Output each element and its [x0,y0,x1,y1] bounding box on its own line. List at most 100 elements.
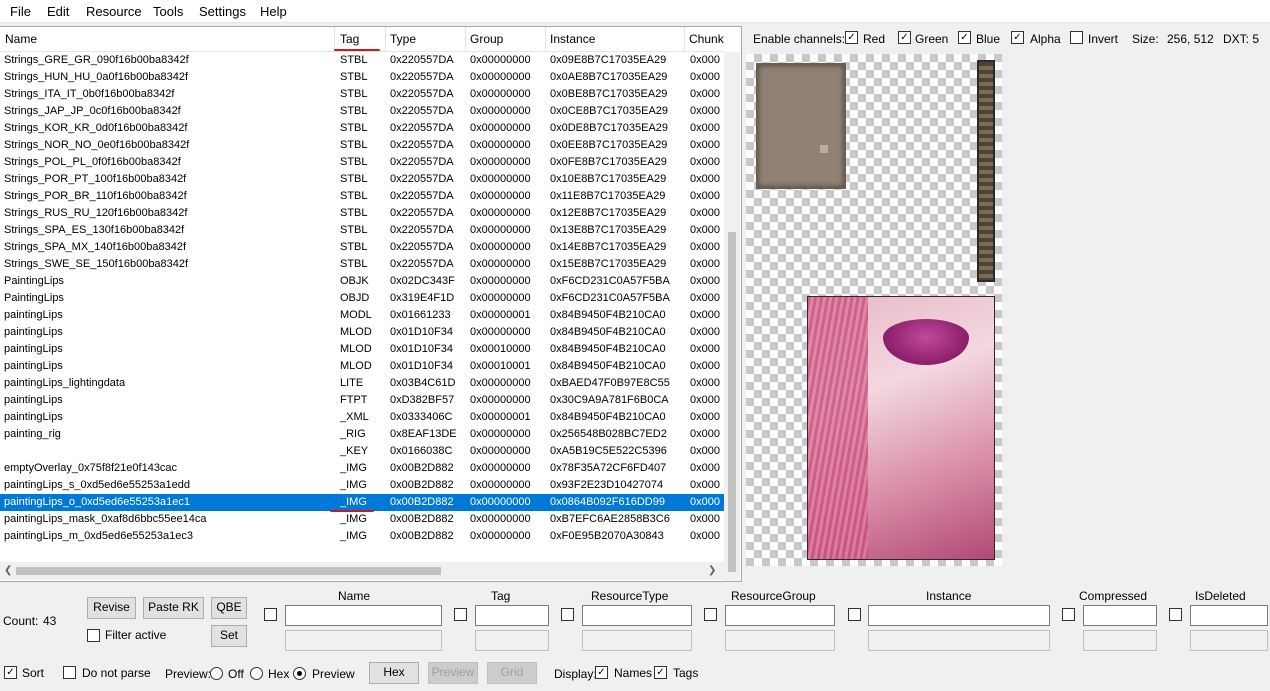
table-row[interactable]: paintingLips_m_0xd5ed6e55253a1ec3 _IMG 0x0… [0,528,724,545]
col-separator[interactable] [334,27,335,51]
col-header-chunk[interactable]: Chunk [689,32,724,46]
cell-tag: STBL [340,88,368,100]
table-row[interactable]: paintingLips_o_0xd5ed6e55253a1ec1 _IMG 0x0… [0,493,724,512]
menu-settings[interactable]: Settings [199,4,246,19]
table-row[interactable]: emptyOverlay_0x75f8f21e0f143cac _IMG 0x00B… [0,460,724,477]
cell-tag: _XML [340,411,369,423]
table-row[interactable]: paintingLips_mask_0xaf8d6bbc55ee14ca _IMG… [0,511,724,528]
invert-checkbox[interactable] [1070,31,1083,44]
table-row[interactable]: Strings_SPA_ES_130f16b00ba8342f STBL 0x220… [0,222,724,239]
do-not-parse-checkbox[interactable] [63,666,76,679]
preview-preview-radio[interactable] [293,667,306,680]
menu-edit[interactable]: Edit [47,4,69,19]
filter-tag-input[interactable] [475,605,549,626]
filter-type-checkbox[interactable] [561,608,574,621]
vertical-scroll-thumb[interactable] [728,232,736,572]
paste-rk-button[interactable]: Paste RK [143,597,204,619]
table-row[interactable]: paintingLips FTPT 0xD382BF57 0x00000000 0x30… [0,392,724,409]
filter-compressed-input-2 [1083,630,1157,651]
filter-isdeleted-input[interactable] [1190,605,1268,626]
filter-type-input[interactable] [582,605,692,626]
col-header-type[interactable]: Type [390,32,416,46]
table-row[interactable]: Strings_SPA_MX_140f16b00ba8342f STBL 0x220… [0,239,724,256]
red-checkbox[interactable]: ✓ [845,31,858,44]
preview-hex-radio[interactable] [250,667,263,680]
col-separator[interactable] [545,27,546,51]
menu-resource[interactable]: Resource [86,4,142,19]
invert-label: Invert [1088,32,1119,46]
vertical-scrollbar[interactable] [724,52,740,581]
filter-compressed-input[interactable] [1083,605,1157,626]
table-row[interactable]: Strings_ITA_IT_0b0f16b00ba8342f STBL 0x220… [0,86,724,103]
horizontal-scrollbar[interactable]: ❮ ❯ [0,562,724,580]
resource-list[interactable]: Name Tag Type Group Instance Chunk Strin… [0,26,742,582]
col-header-instance[interactable]: Instance [550,32,595,46]
filter-isdeleted-checkbox[interactable] [1169,608,1182,621]
table-row[interactable]: Strings_GRE_GR_090f16b00ba8342f STBL 0x220… [0,52,724,69]
table-row[interactable]: _KEY 0x0166038C 0x00000000 0xA5B19C5E522C53… [0,443,724,460]
table-row[interactable]: Strings_KOR_KR_0d0f16b00ba8342f STBL 0x220… [0,120,724,137]
cell-chunk: 0x000 [690,394,720,406]
qbe-button[interactable]: QBE [211,597,247,619]
cell-name: painting_rig [4,428,61,440]
cell-name: Strings_KOR_KR_0d0f16b00ba8342f [4,122,188,134]
table-row[interactable]: Strings_JAP_JP_0c0f16b00ba8342f STBL 0x220… [0,103,724,120]
table-row[interactable]: Strings_NOR_NO_0e0f16b00ba8342f STBL 0x220… [0,137,724,154]
cell-tag: STBL [340,190,368,202]
table-row[interactable]: Strings_POR_BR_110f16b00ba8342f STBL 0x220… [0,188,724,205]
filter-group-checkbox[interactable] [704,608,717,621]
table-row[interactable]: paintingLips MLOD 0x01D10F34 0x00010000 0x84… [0,341,724,358]
preview-off-radio[interactable] [210,667,223,680]
revise-button[interactable]: Revise [87,597,136,619]
col-separator[interactable] [465,27,466,51]
table-row[interactable]: paintingLips MLOD 0x01D10F34 0x00010001 0x84… [0,358,724,375]
filter-group-input[interactable] [725,605,835,626]
filter-name-checkbox[interactable] [264,608,277,621]
table-row[interactable]: paintingLips_s_0xd5ed6e55253a1edd _IMG 0x0… [0,477,724,494]
filter-isdeleted-input-2 [1190,630,1268,651]
names-checkbox[interactable]: ✓ [595,666,608,679]
hex-button[interactable]: Hex [369,662,419,684]
col-header-name[interactable]: Name [5,32,37,46]
menu-help[interactable]: Help [260,4,287,19]
green-checkbox[interactable]: ✓ [898,31,911,44]
table-row[interactable]: PaintingLips OBJK 0x02DC343F 0x00000000 0xF6… [0,273,724,290]
horizontal-scroll-thumb[interactable] [16,567,441,575]
cell-chunk: 0x000 [690,258,720,270]
set-button[interactable]: Set [211,625,247,647]
tags-checkbox[interactable]: ✓ [654,666,667,679]
sort-checkbox[interactable]: ✓ [4,666,17,679]
cell-chunk: 0x000 [690,360,720,372]
scroll-right-icon[interactable]: ❯ [708,565,716,576]
col-header-tag[interactable]: Tag [340,32,359,46]
table-row[interactable]: painting_rig _RIG 0x8EAF13DE 0x00000000 0x25… [0,426,724,443]
filter-tag-checkbox[interactable] [454,608,467,621]
menu-tools[interactable]: Tools [153,4,183,19]
table-row[interactable]: paintingLips MODL 0x01661233 0x00000001 0x84… [0,307,724,324]
table-row[interactable]: paintingLips_lightingdata LITE 0x03B4C61D 0… [0,375,724,392]
table-row[interactable]: Strings_SWE_SE_150f16b00ba8342f STBL 0x220… [0,256,724,273]
alpha-checkbox[interactable]: ✓ [1011,31,1024,44]
filter-active-checkbox[interactable] [87,629,100,642]
col-header-group[interactable]: Group [470,32,503,46]
table-row[interactable]: paintingLips _XML 0x0333406C 0x00000001 0x84… [0,409,724,426]
menu-file[interactable]: File [10,4,31,19]
cell-name: PaintingLips [4,292,64,304]
table-row[interactable]: paintingLips MLOD 0x01D10F34 0x00000000 0x84… [0,324,724,341]
col-separator[interactable] [684,27,685,51]
table-row[interactable]: Strings_HUN_HU_0a0f16b00ba8342f STBL 0x220… [0,69,724,86]
blue-checkbox[interactable]: ✓ [958,31,971,44]
filter-col-name: Name [338,589,371,603]
table-row[interactable]: Strings_POL_PL_0f0f16b00ba8342f STBL 0x220… [0,154,724,171]
table-row[interactable]: PaintingLips OBJD 0x319E4F1D 0x00000000 0xF6… [0,290,724,307]
filter-instance-input[interactable] [868,605,1050,626]
scroll-left-icon[interactable]: ❮ [4,565,12,576]
table-row[interactable]: Strings_RUS_RU_120f16b00ba8342f STBL 0x220… [0,205,724,222]
filter-name-input[interactable] [285,605,442,626]
filter-compressed-checkbox[interactable] [1062,608,1075,621]
table-row[interactable]: Strings_POR_PT_100f16b00ba8342f STBL 0x220… [0,171,724,188]
col-separator[interactable] [385,27,386,51]
filter-instance-checkbox[interactable] [848,608,861,621]
cell-type: 0x220557DA [390,156,454,168]
cell-instance: 0x0864B092F616DD99 [550,496,665,508]
